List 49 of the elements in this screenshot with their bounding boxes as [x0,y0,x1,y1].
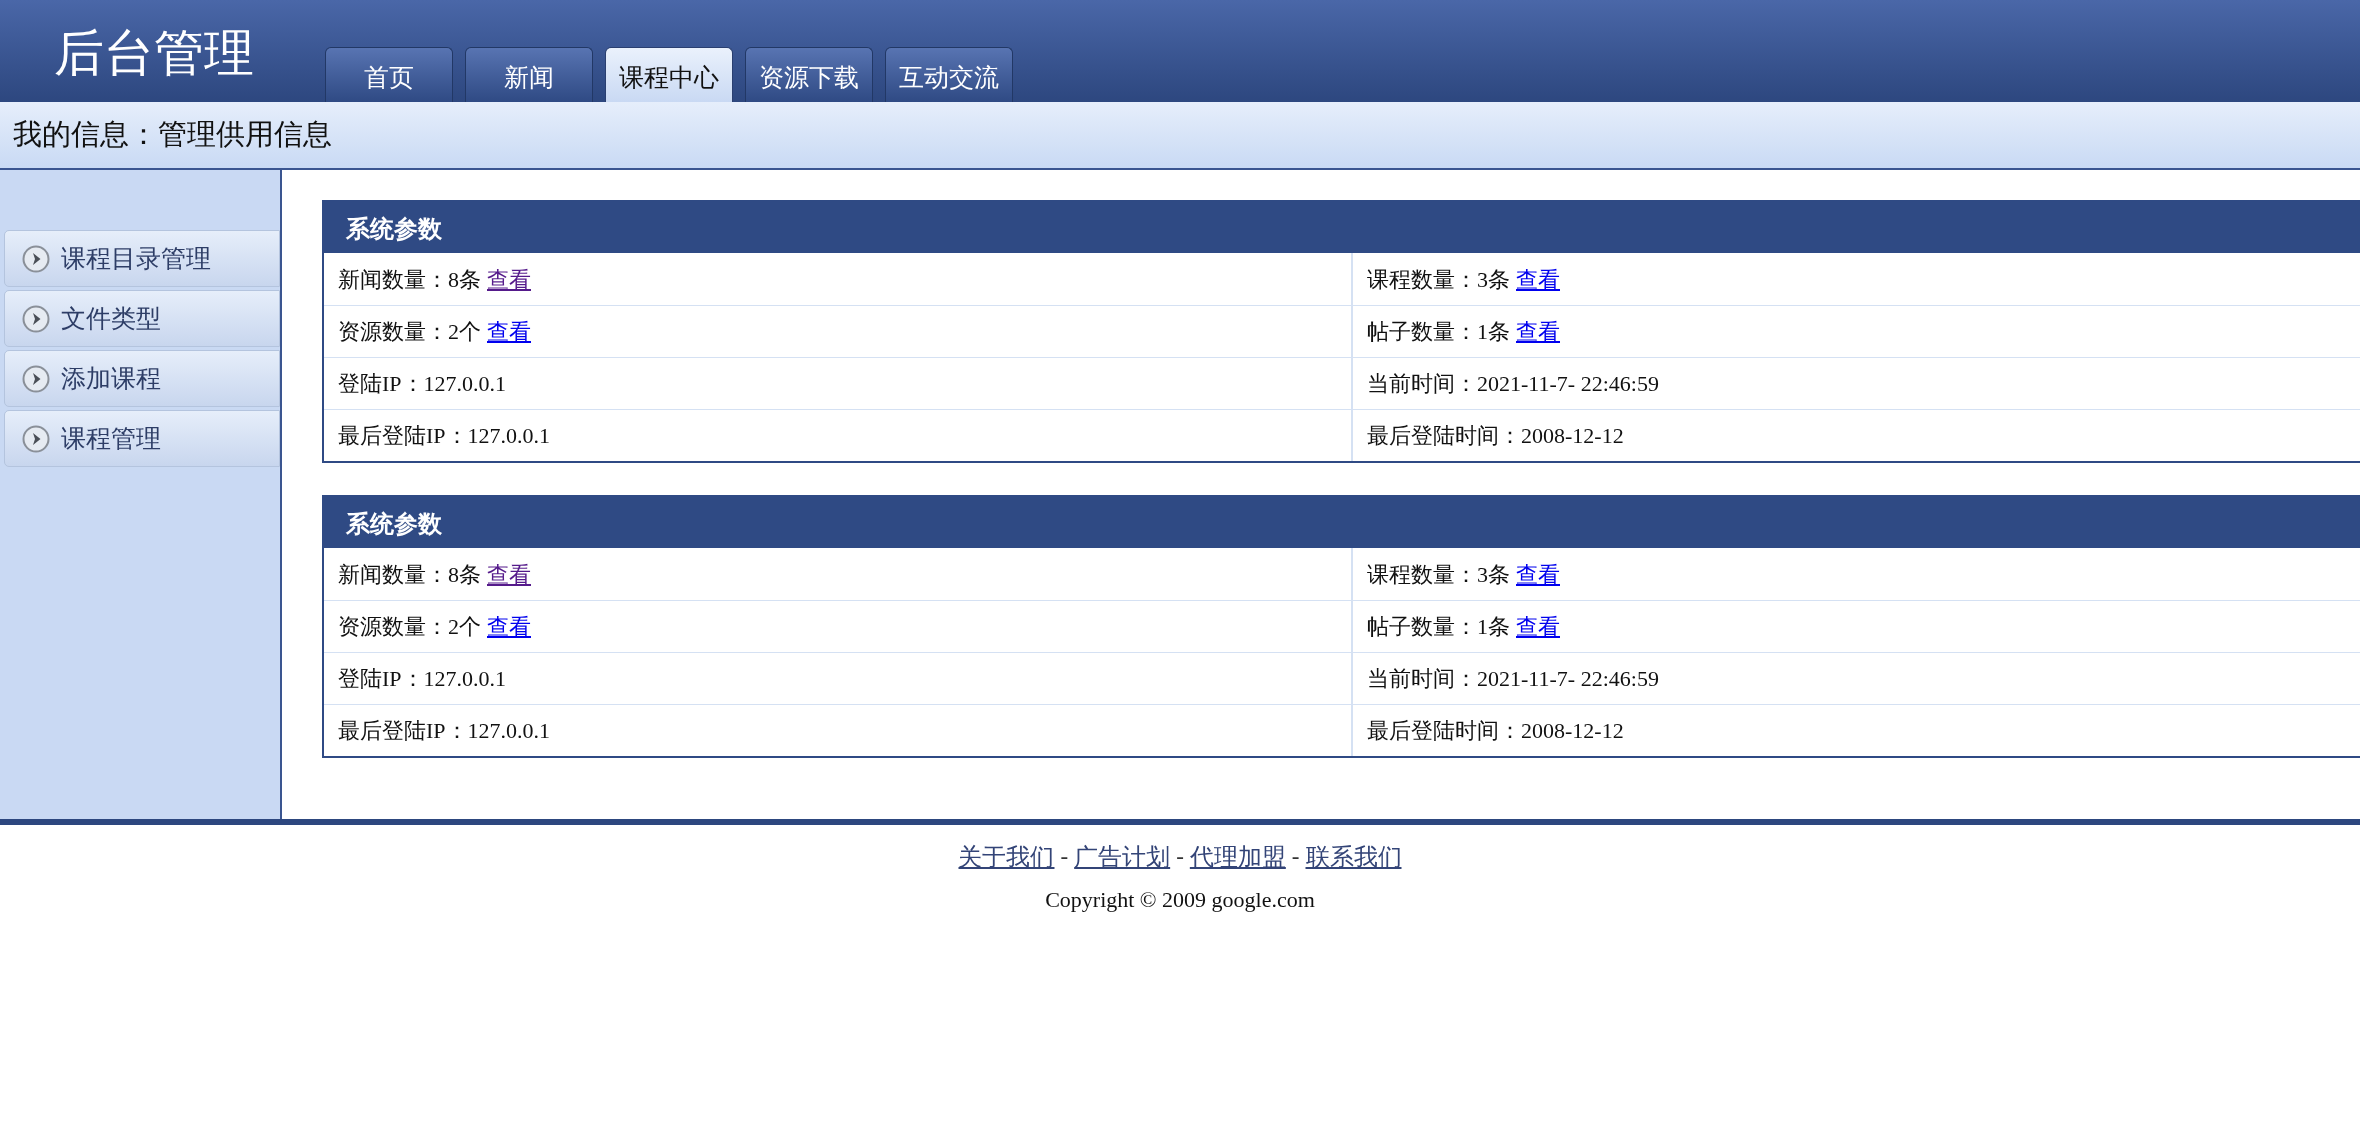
copyright-text: Copyright © 2009 google.com [1045,886,1315,914]
view-link[interactable]: 查看 [487,262,531,296]
footer-link[interactable]: 关于我们 [958,839,1055,875]
sidebar-item[interactable]: 添加课程 [4,350,280,407]
arrow-circle-icon [21,363,51,394]
arrow-circle-icon [21,423,51,454]
separator-text: - [1176,842,1184,871]
table-cell-text: 新闻数量：8条 [338,265,481,294]
footer-link[interactable]: 联系我们 [1305,839,1402,875]
table-title: 系统参数 [346,510,442,539]
sidebar-item[interactable]: 课程管理 [4,410,280,467]
arrow-circle-icon [21,303,51,334]
separator-text: - [1060,842,1069,871]
view-link[interactable]: 查看 [487,557,531,591]
table-cell-text: 登陆IP：127.0.0.1 [338,665,507,693]
table-cell-text: 新闻数量：8条 [338,560,481,589]
table-cell-text: 最后登陆时间：2008-12-12 [1367,422,1624,450]
footer-link[interactable]: 广告计划 [1074,839,1171,875]
nav-tab[interactable]: 首页 [325,47,453,102]
table-cell-text: 帖子数量：1条 [1367,613,1510,641]
view-link[interactable]: 查看 [487,315,531,348]
separator-text: - [1291,842,1300,871]
nav-tab[interactable]: 新闻 [465,47,593,102]
table-cell-text: 登陆IP：127.0.0.1 [338,370,507,398]
footer-link[interactable]: 代理加盟 [1189,839,1286,875]
view-link[interactable]: 查看 [1516,262,1560,296]
view-link[interactable]: 查看 [1516,315,1560,348]
table-title: 系统参数 [346,215,442,244]
view-link[interactable]: 查看 [1516,610,1560,643]
table-cell-text: 最后登陆IP：127.0.0.1 [338,717,551,745]
sidebar-item[interactable]: 文件类型 [4,290,280,347]
arrow-circle-icon [21,243,51,274]
table-cell-text: 最后登陆IP：127.0.0.1 [338,422,551,450]
info-text: 我的信息：管理供用信息 [13,117,332,153]
table-cell-text: 资源数量：2个 [338,318,481,346]
table-cell-text: 当前时间：2021-11-7- 22:46:59 [1367,665,1659,693]
nav-tab[interactable]: 资源下载 [745,47,873,102]
table-cell-text: 帖子数量：1条 [1367,318,1510,346]
table-cell-text: 最后登陆时间：2008-12-12 [1367,717,1624,745]
nav-tab[interactable]: 互动交流 [885,47,1013,102]
table-cell-text: 课程数量：3条 [1367,560,1510,589]
nav-tab[interactable]: 课程中心 [605,47,733,102]
table-cell-text: 当前时间：2021-11-7- 22:46:59 [1367,370,1659,398]
sidebar-item[interactable]: 课程目录管理 [4,230,280,287]
site-title: 后台管理 [53,24,255,78]
table-cell-text: 课程数量：3条 [1367,265,1510,294]
view-link[interactable]: 查看 [487,610,531,643]
table-cell-text: 资源数量：2个 [338,613,481,641]
view-link[interactable]: 查看 [1516,557,1560,591]
